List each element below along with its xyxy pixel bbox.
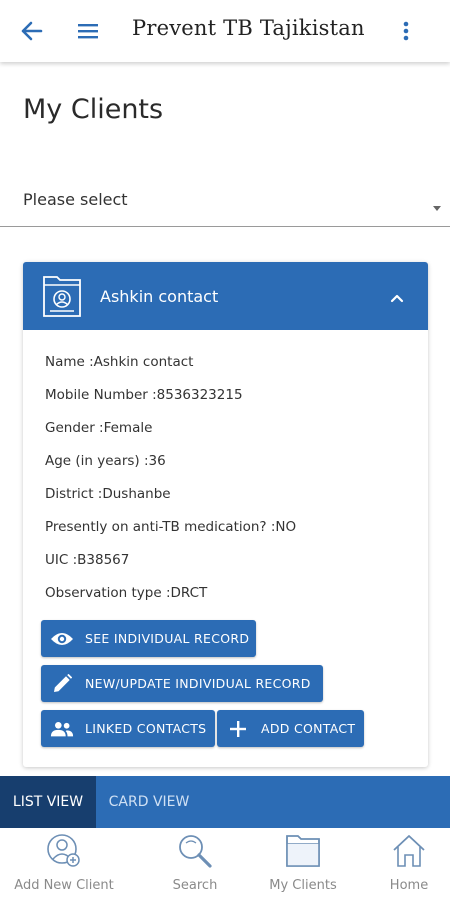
client-filter-select[interactable]: Please select xyxy=(0,180,450,227)
more-options-icon[interactable] xyxy=(393,18,419,44)
field-name: Name :Ashkin contact xyxy=(45,354,194,370)
field-district: District :Dushanbe xyxy=(45,486,171,502)
field-mobile-number: Mobile Number :8536323215 xyxy=(45,387,243,403)
eye-icon xyxy=(50,627,74,651)
add-contact-button[interactable]: ADD CONTACT xyxy=(217,710,364,747)
field-gender: Gender :Female xyxy=(45,420,153,436)
folder-icon xyxy=(285,833,321,869)
client-folder-icon xyxy=(41,271,83,319)
field-tb-medication: Presently on anti-TB medication? :NO xyxy=(45,519,297,535)
select-value: Please select xyxy=(23,190,128,209)
page-title: My Clients xyxy=(23,94,164,125)
client-name-header: Ashkin contact xyxy=(100,287,219,306)
field-age: Age (in years) :36 xyxy=(45,453,166,469)
nav-label-my-clients: My Clients xyxy=(269,878,337,893)
client-details: Name :Ashkin contact Mobile Number :8536… xyxy=(45,354,296,618)
search-icon xyxy=(177,833,213,869)
home-icon xyxy=(391,833,427,869)
nav-label-add-new-client: Add New Client xyxy=(14,878,114,893)
new-update-individual-record-label: NEW/UPDATE INDIVIDUAL RECORD xyxy=(85,676,311,691)
field-uic: UIC :B38567 xyxy=(45,552,130,568)
tab-card-view[interactable]: CARD VIEW xyxy=(96,776,202,828)
see-individual-record-button[interactable]: SEE INDIVIDUAL RECORD xyxy=(41,620,256,657)
new-update-individual-record-button[interactable]: NEW/UPDATE INDIVIDUAL RECORD xyxy=(41,665,323,702)
hamburger-menu-icon[interactable] xyxy=(75,18,101,44)
field-observation-type: Observation type :DRCT xyxy=(45,585,208,601)
linked-contacts-label: LINKED CONTACTS xyxy=(85,721,207,736)
nav-search[interactable]: Search xyxy=(139,828,251,900)
nav-label-home: Home xyxy=(389,878,429,893)
people-icon xyxy=(50,717,74,741)
pencil-icon xyxy=(50,672,74,696)
add-contact-label: ADD CONTACT xyxy=(261,721,356,736)
nav-add-new-client[interactable]: Add New Client xyxy=(8,828,120,900)
chevron-up-icon[interactable] xyxy=(390,290,404,303)
bottom-navigation: Add New Client Search My Clients Home xyxy=(0,828,450,900)
client-card-header[interactable]: Ashkin contact xyxy=(23,262,428,330)
dropdown-arrow-icon xyxy=(433,206,441,211)
tab-list-view[interactable]: LIST VIEW xyxy=(0,776,96,828)
add-client-icon xyxy=(46,833,82,869)
see-individual-record-label: SEE INDIVIDUAL RECORD xyxy=(85,631,250,646)
view-toggle-bar: LIST VIEW CARD VIEW xyxy=(0,776,450,828)
app-title: Prevent TB Tajikistan xyxy=(132,16,365,40)
nav-home[interactable]: Home xyxy=(353,828,450,900)
linked-contacts-button[interactable]: LINKED CONTACTS xyxy=(41,710,215,747)
nav-label-search: Search xyxy=(172,878,218,893)
nav-my-clients[interactable]: My Clients xyxy=(247,828,359,900)
back-arrow-icon[interactable] xyxy=(19,18,45,44)
client-card: Ashkin contact Name :Ashkin contact Mobi… xyxy=(23,262,428,767)
app-bar: Prevent TB Tajikistan xyxy=(0,0,450,62)
plus-icon xyxy=(226,717,250,741)
